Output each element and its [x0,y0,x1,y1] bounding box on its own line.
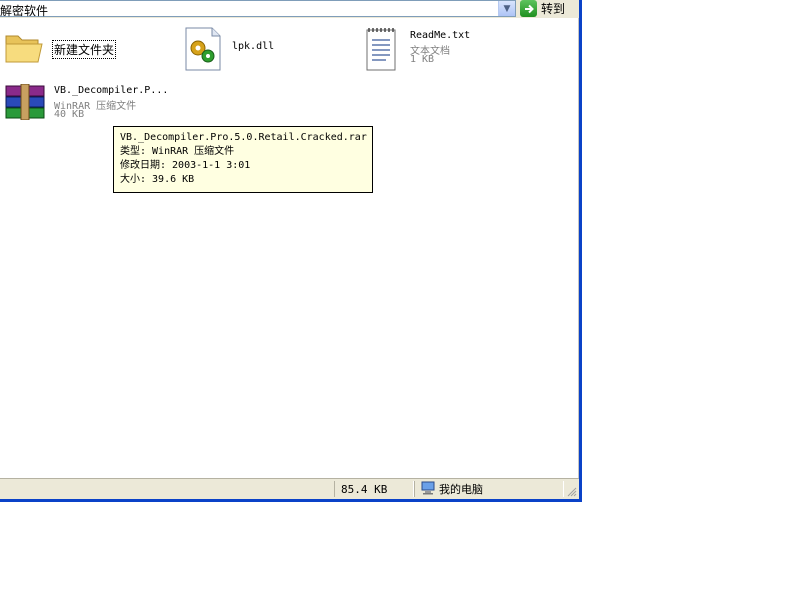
tooltip-filename: VB._Decompiler.Pro.5.0.Retail.Cracked.ra… [120,132,367,143]
go-button[interactable]: 转到 [520,0,576,17]
folder-icon [4,30,44,69]
file-item-readme[interactable]: ReadMe.txt 文本文档 1 KB [360,24,530,76]
tooltip-date: 修改日期: 2003-1-1 3:01 [120,160,251,171]
address-bar: 解密软件 ▼ 转到 [0,0,579,18]
file-item-dll[interactable]: lpk.dll [180,24,350,76]
file-size: 1 KB [410,54,435,65]
dll-icon [184,26,222,75]
file-info-tooltip: VB._Decompiler.Pro.5.0.Retail.Cracked.ra… [113,126,373,193]
winrar-archive-icon [4,83,46,123]
resize-grip-icon[interactable] [567,487,577,497]
address-input[interactable]: 解密软件 ▼ [0,0,516,18]
explorer-window: 解密软件 ▼ 转到 新建文件夹 lpk.dll ReadMe.txt 文本文档 … [0,0,582,502]
file-list[interactable]: 新建文件夹 lpk.dll ReadMe.txt 文本文档 1 KB VB._D… [0,18,579,478]
my-computer-icon [421,481,435,498]
status-bar: 85.4 KB 我的电脑 [0,478,579,499]
go-label: 转到 [541,2,566,16]
file-size: 40 KB [54,109,85,120]
tooltip-type: 类型: WinRAR 压缩文件 [120,146,235,157]
status-location-label: 我的电脑 [439,483,483,496]
file-item-folder[interactable]: 新建文件夹 [0,26,170,76]
text-document-icon [364,26,398,75]
file-name: VB._Decompiler.P... [54,85,169,96]
go-arrow-icon [520,0,537,17]
status-location: 我的电脑 [414,481,564,497]
file-item-archive[interactable]: VB._Decompiler.P... WinRAR 压缩文件 40 KB [0,82,170,126]
file-name: lpk.dll [232,41,275,52]
file-name: 新建文件夹 [52,40,117,59]
status-total-size: 85.4 KB [334,481,414,497]
chevron-down-icon: ▼ [503,3,511,14]
address-value: 解密软件 [0,4,49,18]
tooltip-size: 大小: 39.6 KB [120,174,195,185]
file-name: ReadMe.txt [410,30,471,41]
address-dropdown-button[interactable]: ▼ [498,1,515,16]
